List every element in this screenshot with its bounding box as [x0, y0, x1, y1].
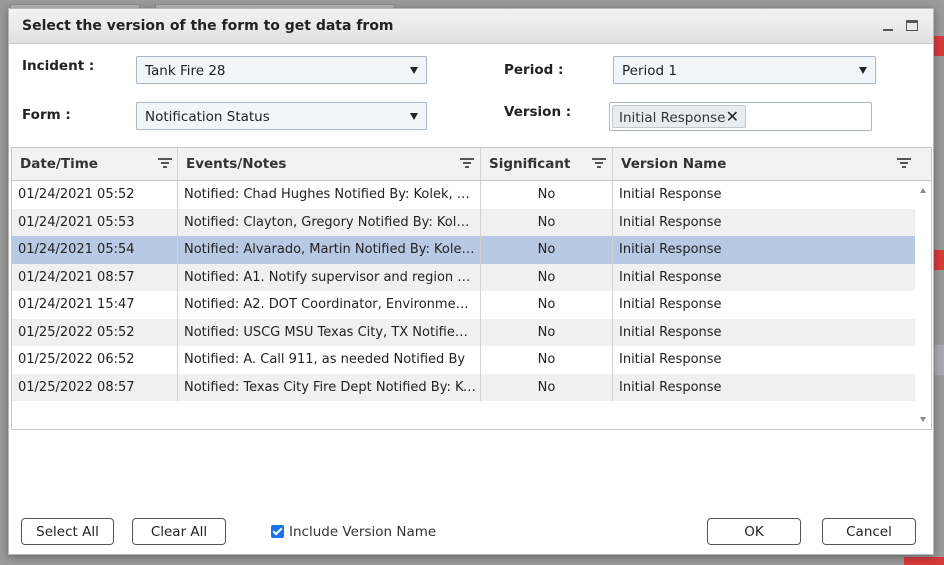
grid-scrollbar[interactable]: [915, 181, 931, 429]
column-header-notes[interactable]: Events/Notes: [178, 148, 481, 180]
cell-version: Initial Response: [619, 214, 722, 230]
table-row[interactable]: 01/25/2022 06:52 Notified: A. Call 911, …: [12, 346, 915, 374]
ok-button[interactable]: OK: [707, 518, 801, 545]
period-value: Period 1: [622, 63, 677, 79]
filter-icon[interactable]: [897, 158, 911, 169]
table-row[interactable]: 01/24/2021 08:57 Notified: A1. Notify su…: [12, 263, 915, 291]
version-chip: Initial Response ✕: [612, 105, 746, 128]
cell-datetime: 01/24/2021 05:54: [12, 236, 178, 264]
background-red-marker: [934, 250, 944, 270]
column-header-label: Date/Time: [20, 156, 98, 172]
incident-value: Tank Fire 28: [145, 63, 226, 79]
version-select-dialog: Select the version of the form to get da…: [8, 8, 934, 555]
grid-body: 01/24/2021 05:52 Notified: Chad Hughes N…: [12, 181, 915, 401]
chevron-down-icon: [859, 67, 867, 74]
cell-notes: Notified: Alvarado, Martin Notified By: …: [178, 236, 481, 264]
form-dropdown[interactable]: Notification Status: [136, 102, 427, 130]
cell-datetime: 01/24/2021 05:53: [12, 208, 178, 236]
column-header-version-name[interactable]: Version Name: [613, 148, 931, 180]
include-version-checkbox[interactable]: [271, 525, 284, 538]
cell-datetime: 01/25/2022 08:57: [12, 373, 178, 401]
cell-notes: Notified: A1. Notify supervisor and regi…: [178, 263, 481, 291]
cell-version: Initial Response: [619, 297, 722, 312]
filter-icon[interactable]: [460, 158, 474, 169]
select-all-button[interactable]: Select All: [21, 518, 114, 545]
column-header-label: Events/Notes: [186, 156, 287, 172]
cell-notes: Notified: Clayton, Gregory Notified By: …: [178, 208, 481, 236]
chevron-down-icon: [410, 113, 418, 120]
version-label: Version :: [504, 104, 572, 120]
cell-notes: Notified: A2. DOT Coordinator, Environme…: [178, 291, 481, 319]
table-row[interactable]: 01/25/2022 08:57 Notified: Texas City Fi…: [12, 373, 915, 401]
cancel-button[interactable]: Cancel: [822, 518, 916, 545]
period-label: Period :: [504, 62, 564, 78]
cell-notes: Notified: USCG MSU Texas City, TX Notifi…: [178, 318, 481, 346]
cell-version: Initial Response: [619, 269, 722, 285]
maximize-icon[interactable]: [906, 20, 918, 31]
cell-significant: No: [481, 291, 613, 319]
version-multiselect[interactable]: Initial Response ✕: [609, 102, 872, 131]
table-row[interactable]: 01/24/2021 05:52 Notified: Chad Hughes N…: [12, 181, 915, 209]
cell-significant: No: [481, 263, 613, 291]
table-row[interactable]: 01/25/2022 05:52 Notified: USCG MSU Texa…: [12, 318, 915, 346]
clear-all-label: Clear All: [150, 524, 208, 540]
cell-version: Initial Response: [619, 242, 722, 257]
cell-version: Initial Response: [619, 324, 722, 340]
table-row[interactable]: 01/24/2021 15:47 Notified: A2. DOT Coord…: [12, 291, 915, 319]
ok-label: OK: [744, 524, 764, 540]
background-red-marker: [904, 557, 944, 565]
background-red-marker: [934, 36, 944, 56]
include-version-label: Include Version Name: [289, 524, 437, 540]
dialog-titlebar: Select the version of the form to get da…: [9, 9, 933, 44]
cell-datetime: 01/24/2021 05:52: [12, 181, 178, 209]
grid-header: Date/Time Events/Notes Significant Versi…: [12, 148, 931, 181]
form-value: Notification Status: [145, 109, 270, 125]
scroll-up-icon[interactable]: [920, 188, 926, 193]
cell-significant: No: [481, 208, 613, 236]
events-grid: Date/Time Events/Notes Significant Versi…: [11, 147, 932, 430]
cell-datetime: 01/24/2021 08:57: [12, 263, 178, 291]
period-dropdown[interactable]: Period 1: [613, 56, 876, 84]
minimize-icon[interactable]: [881, 19, 895, 33]
cell-significant: No: [481, 236, 613, 264]
version-chip-label: Initial Response: [619, 110, 726, 126]
cell-datetime: 01/25/2022 05:52: [12, 318, 178, 346]
column-header-label: Version Name: [621, 156, 727, 172]
filter-icon[interactable]: [592, 158, 606, 169]
background-band: [934, 345, 944, 375]
cell-significant: No: [481, 373, 613, 401]
cancel-label: Cancel: [846, 524, 892, 540]
cell-notes: Notified: Chad Hughes Notified By: Kolek…: [178, 181, 481, 209]
incident-dropdown[interactable]: Tank Fire 28: [136, 56, 427, 84]
form-label: Form :: [22, 107, 71, 123]
clear-all-button[interactable]: Clear All: [132, 518, 226, 545]
cell-datetime: 01/25/2022 06:52: [12, 346, 178, 374]
column-header-label: Significant: [489, 156, 571, 172]
select-all-label: Select All: [36, 524, 99, 540]
incident-label: Incident :: [22, 58, 95, 74]
scroll-down-icon[interactable]: [920, 417, 926, 422]
dialog-title: Select the version of the form to get da…: [22, 18, 394, 34]
cell-version: Initial Response: [619, 352, 722, 367]
filter-icon[interactable]: [158, 158, 172, 169]
cell-version: Initial Response: [619, 187, 722, 202]
cell-significant: No: [481, 181, 613, 209]
cell-version: Initial Response: [619, 379, 722, 395]
table-row[interactable]: 01/24/2021 05:53 Notified: Clayton, Greg…: [12, 208, 915, 236]
column-header-datetime[interactable]: Date/Time: [12, 148, 178, 180]
cell-datetime: 01/24/2021 15:47: [12, 291, 178, 319]
cell-notes: Notified: Texas City Fire Dept Notified …: [178, 373, 481, 401]
table-row-selected[interactable]: 01/24/2021 05:54 Notified: Alvarado, Mar…: [12, 236, 915, 264]
chevron-down-icon: [410, 67, 418, 74]
cell-significant: No: [481, 318, 613, 346]
close-icon[interactable]: ✕: [726, 107, 739, 126]
cell-significant: No: [481, 346, 613, 374]
column-header-significant[interactable]: Significant: [481, 148, 613, 180]
cell-notes: Notified: A. Call 911, as needed Notifie…: [178, 346, 481, 374]
